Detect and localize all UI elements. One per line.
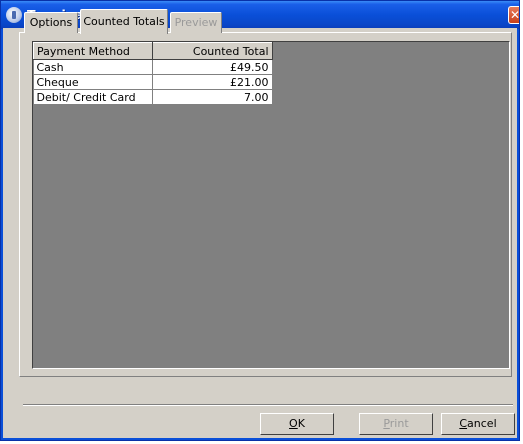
- print-button: Print: [359, 413, 433, 435]
- counted-totals-table: Payment Method Counted Total Cash £49.50…: [33, 42, 273, 105]
- tab-counted-totals[interactable]: Counted Totals: [80, 9, 168, 34]
- tab-counted-totals-label: Counted Totals: [83, 15, 165, 28]
- tab-options[interactable]: Options: [24, 12, 78, 33]
- ok-mnemonic: O: [289, 417, 298, 430]
- column-header-payment-method[interactable]: Payment Method: [33, 42, 153, 60]
- cancel-label: ancel: [467, 417, 497, 430]
- cell-payment-method[interactable]: Debit/ Credit Card: [33, 89, 153, 105]
- cell-counted-total[interactable]: £49.50: [152, 59, 273, 75]
- ok-label: K: [297, 417, 305, 430]
- counted-totals-grid[interactable]: Payment Method Counted Total Cash £49.50…: [32, 41, 510, 369]
- cell-payment-method[interactable]: Cheque: [33, 74, 153, 90]
- close-icon: ✕: [510, 8, 521, 22]
- table-row[interactable]: Debit/ Credit Card 7.00: [33, 89, 273, 105]
- tab-options-label: Options: [29, 16, 73, 29]
- ok-button[interactable]: OK: [260, 413, 334, 435]
- title-bar[interactable]: Terminal Reading ✕: [1, 1, 521, 29]
- print-label: rint: [389, 417, 409, 430]
- tab-preview-label: Preview: [174, 16, 218, 29]
- cancel-mnemonic: C: [459, 417, 468, 430]
- tab-preview: Preview: [170, 12, 222, 33]
- table-header-row: Payment Method Counted Total: [33, 42, 273, 60]
- cancel-button[interactable]: Cancel: [441, 413, 515, 435]
- column-header-counted-total[interactable]: Counted Total: [151, 42, 273, 60]
- button-separator: [23, 404, 513, 406]
- cell-counted-total[interactable]: 7.00: [152, 89, 273, 105]
- app-icon: [6, 7, 22, 23]
- table-row[interactable]: Cash £49.50: [33, 59, 273, 75]
- close-button[interactable]: ✕: [508, 6, 521, 24]
- cell-counted-total[interactable]: £21.00: [152, 74, 273, 90]
- cell-payment-method[interactable]: Cash: [33, 59, 153, 75]
- table-row[interactable]: Cheque £21.00: [33, 74, 273, 90]
